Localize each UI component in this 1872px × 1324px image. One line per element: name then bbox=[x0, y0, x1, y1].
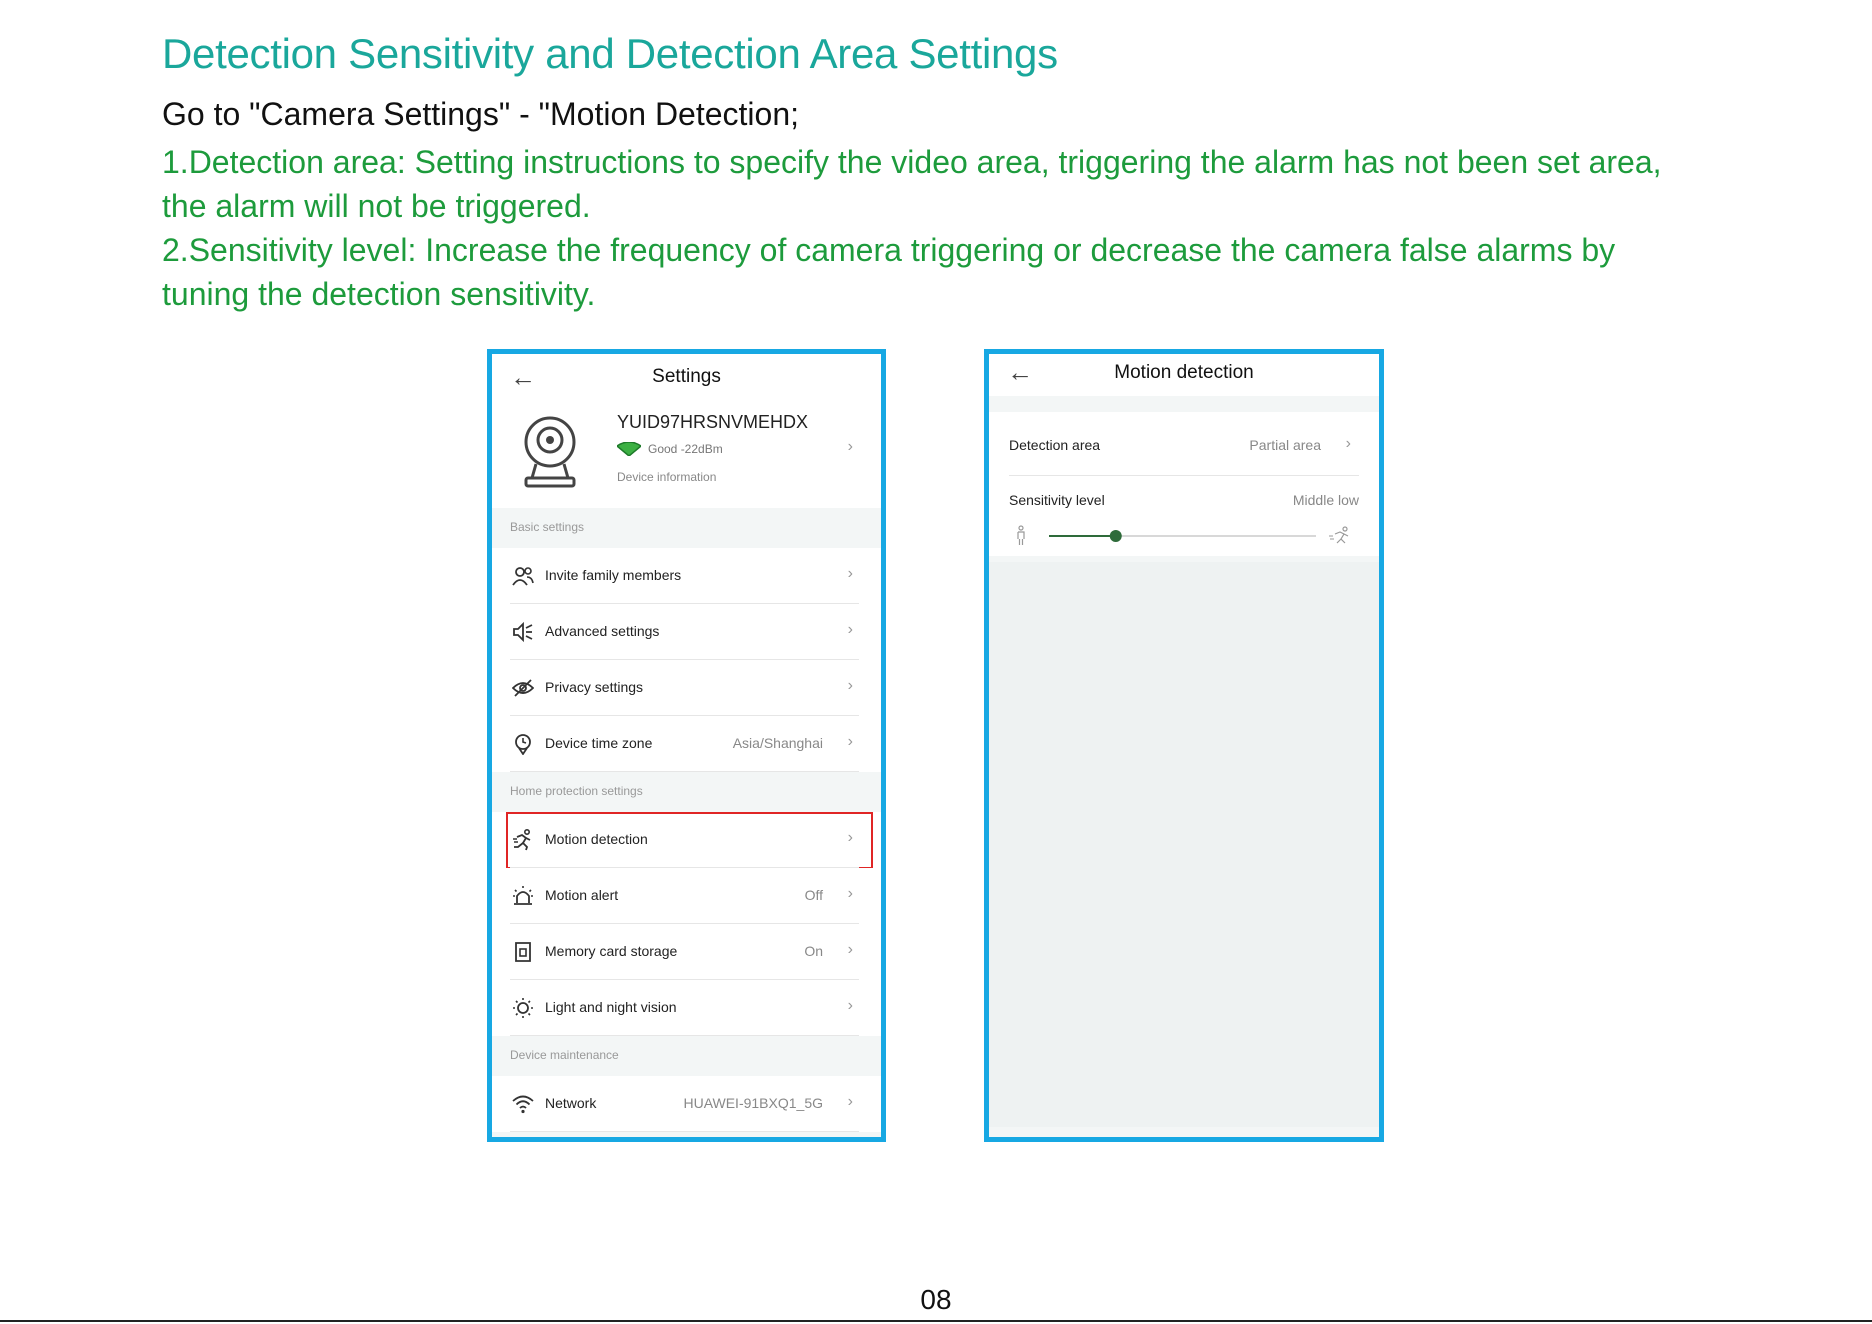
settings-item-motion-detection[interactable]: Motion detection › bbox=[492, 812, 881, 869]
chevron-right-icon: › bbox=[847, 565, 853, 582]
page-heading: Detection Sensitivity and Detection Area… bbox=[162, 30, 1058, 77]
settings-item-value: HUAWEI-91BXQ1_5G bbox=[683, 1095, 823, 1111]
sd-card-icon bbox=[515, 942, 531, 962]
chevron-right-icon: › bbox=[847, 829, 853, 846]
chevron-right-icon: › bbox=[847, 438, 853, 455]
light-moon-icon bbox=[513, 998, 533, 1018]
top-bar: ← Settings bbox=[492, 354, 881, 402]
settings-item-memory-card[interactable]: Memory card storage On › bbox=[492, 924, 881, 980]
settings-item-privacy[interactable]: Privacy settings › bbox=[492, 660, 881, 716]
running-person-icon bbox=[513, 829, 531, 851]
settings-item-time-zone[interactable]: Device time zone Asia/Shanghai › bbox=[492, 716, 881, 772]
device-information-link: Device information bbox=[617, 470, 717, 484]
empty-area bbox=[989, 562, 1379, 1127]
settings-item-value: On bbox=[804, 943, 823, 959]
detection-area-label[interactable]: Detection area bbox=[1009, 437, 1100, 453]
running-person-icon bbox=[1329, 526, 1349, 544]
chevron-right-icon: › bbox=[847, 997, 853, 1014]
bottom-rule bbox=[0, 1320, 1872, 1322]
settings-item-label: Motion detection bbox=[545, 831, 648, 847]
settings-item-value: Asia/Shanghai bbox=[732, 735, 823, 751]
paragraph-line: the alarm will not be triggered. bbox=[162, 188, 591, 224]
chevron-right-icon: › bbox=[847, 733, 853, 750]
page-number: 08 bbox=[920, 1284, 952, 1315]
family-members-icon bbox=[512, 567, 534, 586]
intro-text: Go to "Camera Settings" - "Motion Detect… bbox=[162, 96, 800, 132]
settings-item-network[interactable]: Network HUAWEI-91BXQ1_5G › bbox=[492, 1076, 881, 1132]
paragraph-line: tuning the detection sensitivity. bbox=[162, 276, 596, 312]
chevron-right-icon: › bbox=[847, 941, 853, 958]
settings-item-label: Device time zone bbox=[545, 735, 653, 751]
divider bbox=[1009, 475, 1359, 476]
chevron-right-icon: › bbox=[847, 677, 853, 694]
settings-screenshot: ← Settings YUID97HRSNVMEHDX Good -22dBm … bbox=[487, 349, 886, 1142]
device-id: YUID97HRSNVMEHDX bbox=[617, 412, 809, 432]
settings-item-invite-family[interactable]: Invite family members › bbox=[492, 548, 881, 604]
chevron-right-icon[interactable]: › bbox=[1346, 435, 1351, 453]
section-label-maintenance: Device maintenance bbox=[510, 1048, 619, 1062]
chevron-right-icon: › bbox=[847, 885, 853, 902]
motion-detection-screenshot: ← Motion detection Detection area Partia… bbox=[984, 349, 1384, 1142]
settings-item-label: Invite family members bbox=[545, 567, 682, 583]
location-clock-icon bbox=[515, 734, 531, 755]
standing-person-icon bbox=[1017, 525, 1025, 545]
alarm-siren-icon bbox=[513, 886, 533, 905]
sensitivity-level-label: Sensitivity level bbox=[1009, 492, 1105, 508]
screen-title: Motion detection bbox=[1114, 362, 1254, 383]
section-label-basic: Basic settings bbox=[510, 520, 585, 534]
motion-settings-card: Detection area Partial area › Sensitivit… bbox=[989, 412, 1379, 556]
wifi-signal-icon bbox=[617, 442, 641, 456]
detection-area-value[interactable]: Partial area bbox=[1249, 437, 1321, 453]
settings-item-label: Privacy settings bbox=[545, 679, 644, 695]
sensitivity-level-value: Middle low bbox=[1292, 492, 1359, 508]
device-card[interactable]: YUID97HRSNVMEHDX Good -22dBm Device info… bbox=[492, 402, 881, 508]
chevron-right-icon: › bbox=[847, 621, 853, 638]
paragraph-sensitivity: 2.Sensitivity level: Increase the freque… bbox=[162, 228, 1615, 316]
top-bar: ← Motion detection bbox=[989, 354, 1379, 396]
settings-item-label: Memory card storage bbox=[545, 943, 678, 959]
settings-item-night-vision[interactable]: Light and night vision › bbox=[492, 980, 881, 1036]
paragraph-detection-area: 1.Detection area: Setting instructions t… bbox=[162, 140, 1662, 228]
chevron-right-icon: › bbox=[847, 1093, 853, 1110]
paragraph-line: 2.Sensitivity level: Increase the freque… bbox=[162, 232, 1616, 268]
signal-strength: Good -22dBm bbox=[648, 442, 723, 456]
settings-item-motion-alert[interactable]: Motion alert Off › bbox=[492, 868, 881, 924]
settings-item-advanced[interactable]: Advanced settings › bbox=[492, 604, 881, 660]
settings-item-value: Off bbox=[804, 887, 823, 903]
slider-thumb[interactable] bbox=[1109, 530, 1122, 542]
section-label-home-protection: Home protection settings bbox=[510, 784, 643, 798]
sensitivity-slider[interactable] bbox=[1009, 524, 1369, 548]
screen-title: Settings bbox=[652, 366, 721, 387]
camera-icon bbox=[524, 416, 576, 488]
settings-item-label: Motion alert bbox=[545, 887, 619, 903]
paragraph-line: 1.Detection area: Setting instructions t… bbox=[162, 144, 1662, 180]
hidden-eye-icon bbox=[512, 679, 534, 697]
settings-item-label: Advanced settings bbox=[545, 623, 660, 639]
speaker-icon bbox=[513, 621, 533, 643]
settings-item-label: Light and night vision bbox=[545, 999, 677, 1015]
wifi-icon bbox=[512, 1095, 534, 1114]
settings-item-label: Network bbox=[545, 1095, 597, 1111]
